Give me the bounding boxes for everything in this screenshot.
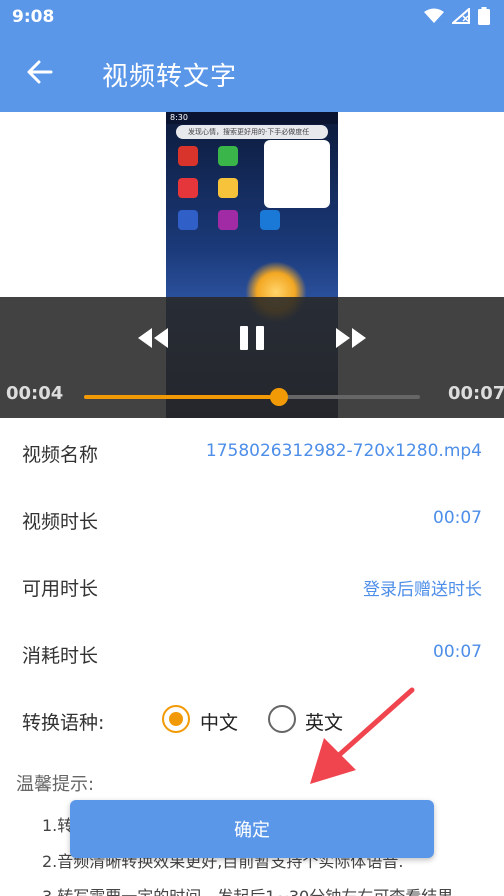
video-duration-value: 00:07 [433,508,482,528]
video-preview-status-bar [166,112,338,124]
page-title: 视频转文字 [102,62,238,92]
video-preview-app-icon [178,178,198,198]
tips-title: 温馨提示: [16,774,95,795]
video-name-value: 1758026312982-720x1280.mp4 [205,441,482,461]
rewind-icon[interactable] [134,326,170,350]
seek-bar[interactable] [84,388,420,406]
signal-icon [452,8,470,24]
status-time: 9:08 [12,7,55,27]
status-icons [424,7,490,25]
pause-icon[interactable] [236,324,268,352]
app-bar: 视频转文字 [0,34,504,112]
consumed-duration-value: 00:07 [433,642,482,662]
consumed-duration-label: 消耗时长 [22,645,99,667]
seek-bar-thumb[interactable] [269,388,288,406]
tip-item: 1.转 [42,816,74,835]
video-preview-app-icon [178,146,198,166]
back-button[interactable] [20,52,60,92]
fast-forward-icon[interactable] [334,326,370,350]
radio-chinese[interactable] [162,705,190,733]
video-preview-app-icon [218,210,238,230]
login-for-free-time-link[interactable]: 登录后赠送时长 [363,575,482,600]
available-duration-label: 可用时长 [22,578,99,600]
info-row-video-duration: 视频时长 00:07 [0,487,504,553]
confirm-button[interactable]: 确定 [70,800,434,858]
info-row-available-duration: 可用时长 登录后赠送时长 [0,554,504,620]
radio-chinese-label[interactable]: 中文 [200,708,238,735]
video-preview-search-text: 发现心情，搜索更好用的·下手必做度任 [188,128,310,136]
language-label: 转换语种: [22,712,105,734]
tip-item: 3.转写需要一定的时间，发起后1~30分钟左右可查看结果 [42,883,453,896]
current-time: 00:04 [6,383,64,404]
radio-selected-dot [169,712,183,726]
video-preview-popup-menu [264,140,330,208]
total-time: 00:07 [448,383,504,404]
wifi-icon [424,8,444,23]
video-preview-time: 8:30 [170,113,188,122]
seek-bar-progress [84,395,279,399]
video-name-label: 视频名称 [22,444,99,466]
video-preview-app-icon [260,210,280,230]
info-row-video-name: 视频名称 1758026312982-720x1280.mp4 [0,420,504,486]
video-preview-app-icon [218,178,238,198]
pointer-arrow-icon [310,687,415,784]
info-row-consumed-duration: 消耗时长 00:07 [0,621,504,687]
player-controls: 00:04 00:07 [0,297,504,418]
video-preview-app-icon [218,146,238,166]
battery-icon [478,7,490,25]
video-player[interactable]: 8:30 发现心情，搜索更好用的·下手必做度任 00:04 00:07 [0,112,504,418]
arrow-left-icon [27,60,53,84]
video-preview-app-icon [178,210,198,230]
video-duration-label: 视频时长 [22,511,99,533]
status-bar: 9:08 [0,0,504,34]
